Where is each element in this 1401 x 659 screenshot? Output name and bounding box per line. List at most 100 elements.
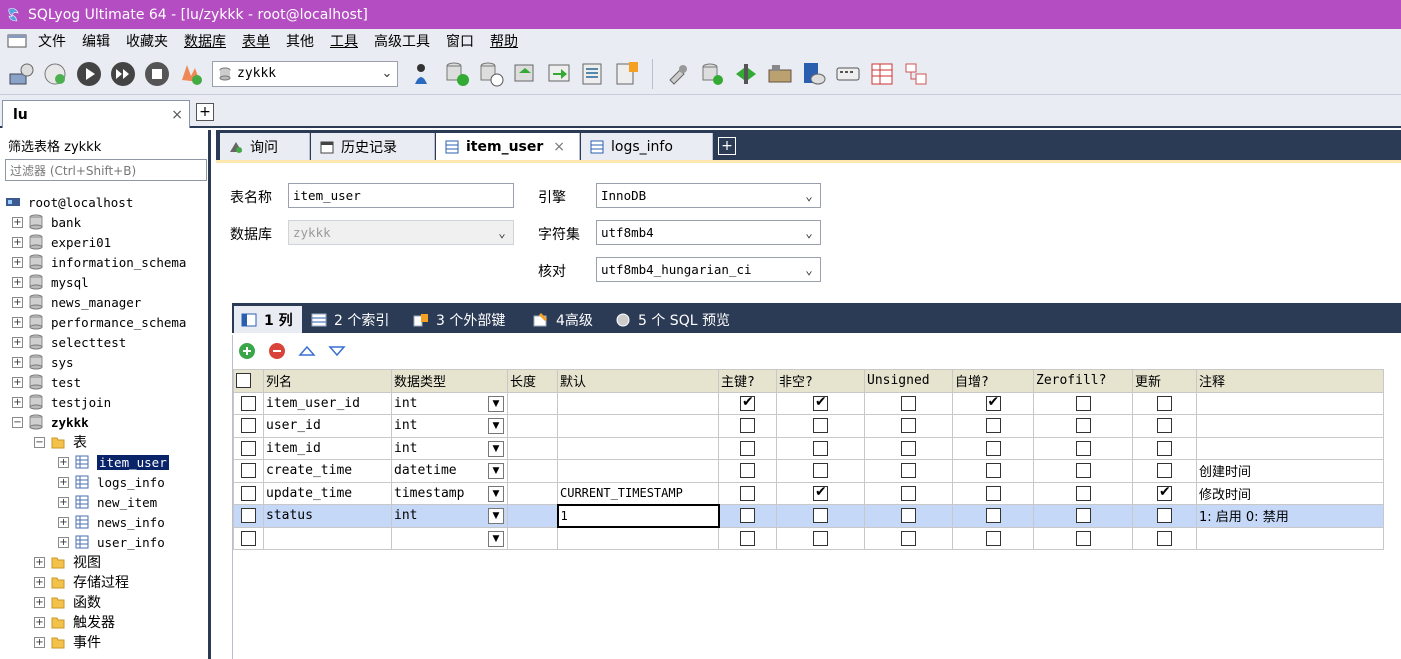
not-null-checkbox[interactable] — [776, 459, 865, 483]
default-cell[interactable] — [557, 391, 719, 415]
default-cell[interactable] — [557, 414, 719, 438]
stop-query-icon[interactable] — [144, 61, 170, 87]
tree-node[interactable]: + news_info — [0, 512, 208, 532]
expand-icon[interactable]: + — [12, 296, 23, 308]
on-update-checkbox[interactable] — [1132, 459, 1197, 483]
primary-key-checkbox[interactable] — [718, 481, 777, 505]
menu-favorites[interactable]: 收藏夹 — [126, 31, 168, 51]
auto-increment-checkbox[interactable] — [952, 504, 1034, 528]
not-null-checkbox[interactable] — [776, 436, 865, 460]
primary-key-checkbox[interactable] — [718, 526, 777, 550]
default-cell[interactable]: 1 — [556, 503, 720, 528]
on-update-checkbox[interactable] — [1132, 436, 1197, 460]
column-name-cell[interactable]: item_user_id — [263, 391, 392, 415]
tree-node[interactable]: + sys — [0, 352, 208, 372]
expand-icon[interactable]: + — [12, 216, 23, 228]
restore-database-icon[interactable] — [511, 60, 539, 88]
zerofill-checkbox[interactable] — [1033, 526, 1133, 550]
tree-node[interactable]: + 触发器 — [0, 612, 208, 632]
new-query-icon[interactable] — [41, 60, 69, 88]
primary-key-checkbox[interactable] — [718, 504, 777, 528]
expand-icon[interactable]: + — [34, 636, 45, 648]
on-update-checkbox[interactable] — [1132, 481, 1197, 505]
length-cell[interactable] — [507, 481, 558, 505]
tree-node[interactable]: + experi01 — [0, 232, 208, 252]
tab-history[interactable]: 历史记录 — [311, 133, 435, 160]
auto-increment-checkbox[interactable] — [952, 391, 1034, 415]
execute-query-icon[interactable] — [76, 61, 102, 87]
unsigned-checkbox[interactable] — [864, 504, 953, 528]
on-update-checkbox[interactable] — [1132, 504, 1197, 528]
auto-increment-checkbox[interactable] — [952, 526, 1034, 550]
expand-icon[interactable]: + — [58, 536, 69, 548]
primary-key-checkbox[interactable] — [718, 459, 777, 483]
unsigned-checkbox[interactable] — [864, 481, 953, 505]
tree-node[interactable]: + information_schema — [0, 252, 208, 272]
import-icon[interactable] — [545, 60, 573, 88]
database-select[interactable]: zykkk ⌄ — [212, 60, 398, 87]
unsigned-checkbox[interactable] — [864, 414, 953, 438]
comment-cell[interactable]: 创建时间 — [1196, 459, 1384, 483]
row-select-checkbox[interactable] — [233, 526, 264, 550]
zerofill-checkbox[interactable] — [1033, 391, 1133, 415]
primary-key-checkbox[interactable] — [718, 391, 777, 415]
tree-node[interactable]: + new_item — [0, 492, 208, 512]
tab-item-user[interactable]: item_user × — [436, 133, 580, 160]
zerofill-checkbox[interactable] — [1033, 436, 1133, 460]
column-name-cell[interactable] — [263, 526, 392, 550]
dropdown-arrow-icon[interactable]: ▼ — [488, 395, 504, 412]
wrench-icon[interactable] — [664, 60, 692, 88]
add-column-icon[interactable] — [237, 341, 257, 361]
auto-increment-checkbox[interactable] — [952, 414, 1034, 438]
user-manager-icon[interactable] — [409, 60, 437, 88]
zerofill-checkbox[interactable] — [1033, 481, 1133, 505]
tree-node[interactable]: + news_manager — [0, 292, 208, 312]
backup-database-icon[interactable] — [477, 60, 505, 88]
table-row[interactable]: item_id int ▼ — [233, 436, 1384, 460]
execute-all-icon[interactable] — [110, 61, 136, 87]
add-connection-button[interactable]: + — [196, 103, 214, 121]
expand-icon[interactable]: + — [58, 476, 69, 488]
tree-node[interactable]: + item_user — [0, 452, 208, 472]
expand-icon[interactable]: + — [34, 596, 45, 608]
auto-increment-checkbox[interactable] — [952, 481, 1034, 505]
auto-increment-checkbox[interactable] — [952, 436, 1034, 460]
tree-node[interactable]: root@localhost — [0, 192, 208, 212]
dropdown-arrow-icon[interactable]: ▼ — [488, 485, 504, 502]
not-null-checkbox[interactable] — [776, 481, 865, 505]
tree-node[interactable]: + test — [0, 372, 208, 392]
tab-sql-preview[interactable]: 5 个 SQL 预览 — [608, 306, 744, 333]
zerofill-checkbox[interactable] — [1033, 504, 1133, 528]
expand-icon[interactable]: + — [12, 316, 23, 328]
expand-icon[interactable]: + — [12, 236, 23, 248]
export-icon[interactable] — [579, 60, 607, 88]
tab-logs-info[interactable]: logs_info — [581, 133, 713, 160]
not-null-checkbox[interactable] — [776, 504, 865, 528]
tab-foreign-keys[interactable]: 3 个外部键 — [406, 306, 524, 333]
tree-node[interactable]: + 存储过程 — [0, 572, 208, 592]
tab-columns[interactable]: 1 列 — [234, 306, 302, 333]
close-icon[interactable]: × — [553, 139, 565, 155]
table-row[interactable]: status int ▼ 1 1: 启用 0: 禁用 — [233, 503, 1384, 528]
not-null-checkbox[interactable] — [776, 391, 865, 415]
column-name-cell[interactable]: item_id — [263, 436, 392, 460]
tree-node[interactable]: − zykkk — [0, 412, 208, 432]
data-sync-icon[interactable] — [698, 60, 726, 88]
tree-node[interactable]: + selecttest — [0, 332, 208, 352]
tree-node[interactable]: + user_info — [0, 532, 208, 552]
data-type-cell[interactable]: int ▼ — [391, 414, 508, 438]
default-cell[interactable] — [557, 459, 719, 483]
tree-node[interactable]: + performance_schema — [0, 312, 208, 332]
tree-node[interactable]: + logs_info — [0, 472, 208, 492]
menu-other[interactable]: 其他 — [286, 31, 314, 51]
menu-window[interactable]: 窗口 — [446, 31, 474, 51]
migration-icon[interactable] — [732, 60, 760, 88]
primary-key-checkbox[interactable] — [718, 414, 777, 438]
menu-edit[interactable]: 编辑 — [82, 31, 110, 51]
table-row[interactable]: user_id int ▼ — [233, 414, 1384, 438]
dropdown-arrow-icon[interactable]: ▼ — [488, 463, 504, 479]
tree-node[interactable]: + bank — [0, 212, 208, 232]
column-name-cell[interactable]: status — [263, 504, 392, 528]
tree-node[interactable]: − 表 — [0, 432, 208, 452]
connection-tab[interactable]: lu × — [2, 100, 190, 128]
